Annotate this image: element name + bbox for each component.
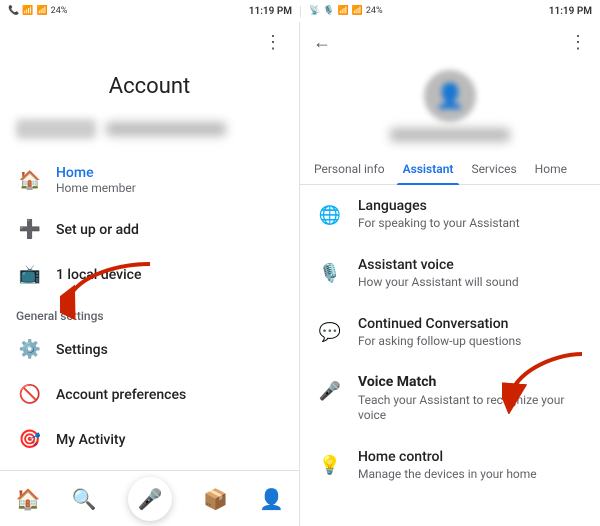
left-status-icons: 📞 📶 📶 24% [8,6,67,16]
home-icon: 🏠 [16,170,44,191]
setting-home-control[interactable]: 💡 Home control Manage the devices in you… [300,436,600,495]
tab-home[interactable]: Home [529,154,573,184]
left-content: Account 🏠 Home Home member ➕ Set up or a… [0,62,299,526]
status-bar-right: 📡 🎙️ 📶 📶 24% 11:19 PM [300,6,600,17]
status-bar-left: 📞 📶 📶 24% 11:19 PM [0,6,300,17]
nav-devices-text: 1 local device [56,267,141,283]
user-name-blur [390,128,510,142]
nav-prefs-text: Account preferences [56,387,186,403]
setting-assistant-voice[interactable]: 🎙️ Assistant voice How your Assistant wi… [300,244,600,303]
battery-right: 24% [366,6,383,16]
nav-item-home[interactable]: 🏠 Home Home member [0,153,299,207]
nav-setup-text: Set up or add [56,222,139,238]
left-toolbar: ⋮ [0,22,299,62]
left-bottom-nav: 🏠 🔍 🎤 📦 👤 [0,470,300,526]
add-icon: ➕ [16,219,44,240]
conversation-icon: 💬 [314,317,346,349]
nav-settings-text: Settings [56,342,108,358]
account-avatar-bar [0,113,299,153]
bottom-media-icon[interactable]: 📦 [203,487,228,511]
nav-item-devices[interactable]: 📺 1 local device [0,252,299,297]
right-settings-list: 🌐 Languages For speaking to your Assista… [300,185,600,526]
right-tabs: Personal info Assistant Services Home [300,154,600,185]
account-name-blur [106,122,226,136]
right-status-icons: 📡 🎙️ 📶 📶 24% [309,6,383,16]
voice-match-text: Voice Match Teach your Assistant to reco… [358,373,586,423]
user-avatar-section: 👤 [300,62,600,154]
avatar-blur [16,119,96,139]
signal-icon: 📶 [36,6,47,16]
wifi-right-icon: 📶 [337,6,348,16]
languages-text: Languages For speaking to your Assistant [358,197,520,232]
right-panel: ← ⋮ 👤 Personal info Assistant Services H… [300,22,600,526]
home-control-text: Home control Manage the devices in your … [358,448,537,483]
assistant-voice-icon: 🎙️ [314,258,346,290]
nav-home-text: Home Home member [56,165,136,195]
nav-activity-text: My Activity [56,432,125,448]
mic-icon: 🎤 [138,487,163,511]
bottom-home-icon[interactable]: 🏠 [16,487,41,511]
nav-item-settings[interactable]: ⚙️ Settings [0,327,299,372]
right-toolbar: ← ⋮ [300,22,600,62]
home-control-icon: 💡 [314,450,346,482]
battery-left: 24% [51,6,68,16]
wifi-icon: 📶 [22,6,33,16]
signal-right-icon: 📶 [352,6,363,16]
account-title: Account [0,62,299,113]
languages-icon: 🌐 [314,199,346,231]
bottom-explore-icon[interactable]: 🔍 [72,487,97,511]
cast-icon: 📡 [309,6,320,16]
call-icon: 📞 [8,6,19,16]
setting-continued-conversation[interactable]: 💬 Continued Conversation For asking foll… [300,303,600,362]
setting-voice-match[interactable]: 🎤 Voice Match Teach your Assistant to re… [300,361,600,435]
activity-icon: 🎯 [16,429,44,450]
nav-item-activity[interactable]: 🎯 My Activity [0,417,299,462]
settings-icon: ⚙️ [16,339,44,360]
tab-assistant[interactable]: Assistant [397,154,460,184]
mic-icon-status: 🎙️ [323,6,334,16]
tab-services[interactable]: Services [465,154,522,184]
general-settings-header: General settings [0,297,299,327]
assistant-voice-text: Assistant voice How your Assistant will … [358,256,519,291]
voice-match-icon: 🎤 [314,375,346,407]
right-time: 11:19 PM [549,6,592,17]
device-icon: 📺 [16,264,44,285]
mic-button[interactable]: 🎤 [128,477,172,521]
setting-languages[interactable]: 🌐 Languages For speaking to your Assista… [300,185,600,244]
left-more-button[interactable]: ⋮ [259,28,287,56]
conversation-text: Continued Conversation For asking follow… [358,315,521,350]
block-icon: 🚫 [16,384,44,405]
user-avatar: 👤 [424,70,476,122]
right-more-button[interactable]: ⋮ [564,28,592,56]
nav-item-account-prefs[interactable]: 🚫 Account preferences [0,372,299,417]
tab-personal-info[interactable]: Personal info [308,154,391,184]
left-time: 11:19 PM [249,6,292,17]
nav-item-setup[interactable]: ➕ Set up or add [0,207,299,252]
bottom-account-icon[interactable]: 👤 [259,487,284,511]
back-button[interactable]: ← [308,28,336,56]
